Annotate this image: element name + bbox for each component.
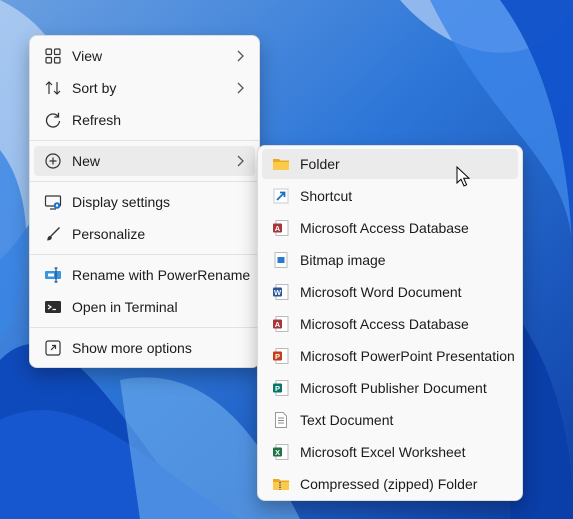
menu-item-new[interactable]: New [34, 146, 255, 176]
menu-item-refresh[interactable]: Refresh [34, 105, 255, 135]
new-item-label: Microsoft PowerPoint Presentation [300, 348, 515, 364]
mouse-pointer-icon [456, 166, 471, 187]
new-item-label: Shortcut [300, 188, 353, 204]
new-item-label: Compressed (zipped) Folder [300, 476, 478, 492]
access-database-icon: A [272, 219, 290, 237]
new-item-compressed-folder[interactable]: Compressed (zipped) Folder [262, 469, 518, 499]
menu-item-label: Display settings [72, 194, 171, 210]
menu-item-show-more-options[interactable]: Show more options [34, 333, 255, 363]
access-database-icon: A [272, 315, 290, 333]
new-item-shortcut[interactable]: Shortcut [262, 181, 518, 211]
svg-text:P: P [275, 352, 280, 361]
excel-worksheet-icon: X [272, 443, 290, 461]
new-item-label: Microsoft Word Document [300, 284, 462, 300]
menu-item-personalize[interactable]: Personalize [34, 219, 255, 249]
new-item-label: Microsoft Publisher Document [300, 380, 487, 396]
new-item-word-document[interactable]: W Microsoft Word Document [262, 277, 518, 307]
new-item-label: Microsoft Excel Worksheet [300, 444, 466, 460]
menu-item-sort-by[interactable]: Sort by [34, 73, 255, 103]
separator [30, 327, 259, 328]
svg-text:P: P [275, 384, 280, 393]
chevron-right-icon [235, 49, 245, 63]
powerrename-icon [44, 266, 62, 284]
menu-item-label: New [72, 153, 101, 169]
desktop-context-menu: View Sort by Refresh New Display setting… [29, 35, 260, 368]
refresh-icon [44, 111, 62, 129]
menu-item-open-in-terminal[interactable]: Open in Terminal [34, 292, 255, 322]
new-item-access-database[interactable]: A Microsoft Access Database [262, 213, 518, 243]
separator [30, 140, 259, 141]
new-plus-icon [44, 152, 62, 170]
terminal-icon [44, 298, 62, 316]
svg-text:A: A [275, 320, 281, 329]
view-grid-icon [44, 47, 62, 65]
bitmap-image-icon [272, 251, 290, 269]
separator [30, 254, 259, 255]
chevron-right-icon [235, 154, 245, 168]
folder-icon [272, 155, 290, 173]
zipped-folder-icon [272, 475, 290, 493]
new-item-access-database-2[interactable]: A Microsoft Access Database [262, 309, 518, 339]
sort-icon [44, 79, 62, 97]
new-item-folder[interactable]: Folder [262, 149, 518, 179]
menu-item-label: Sort by [72, 80, 117, 96]
new-item-bitmap-image[interactable]: Bitmap image [262, 245, 518, 275]
new-submenu: Folder Shortcut A Microsoft Access Datab… [257, 145, 523, 501]
menu-item-label: Refresh [72, 112, 122, 128]
display-settings-icon [44, 193, 62, 211]
menu-item-display-settings[interactable]: Display settings [34, 187, 255, 217]
personalize-brush-icon [44, 225, 62, 243]
menu-item-view[interactable]: View [34, 41, 255, 71]
menu-item-rename-with-powerrename[interactable]: Rename with PowerRename [34, 260, 255, 290]
publisher-document-icon: P [272, 379, 290, 397]
show-more-options-icon [44, 339, 62, 357]
separator [30, 181, 259, 182]
new-item-text-document[interactable]: Text Document [262, 405, 518, 435]
new-item-label: Bitmap image [300, 252, 386, 268]
new-item-label: Text Document [300, 412, 394, 428]
menu-item-label: Open in Terminal [72, 299, 178, 315]
word-document-icon: W [272, 283, 290, 301]
chevron-right-icon [235, 81, 245, 95]
svg-text:A: A [275, 224, 281, 233]
menu-item-label: Personalize [72, 226, 146, 242]
svg-text:W: W [274, 288, 282, 297]
new-item-powerpoint-presentation[interactable]: P Microsoft PowerPoint Presentation [262, 341, 518, 371]
new-item-label: Microsoft Access Database [300, 220, 469, 236]
shortcut-arrow-icon [272, 187, 290, 205]
menu-item-label: Show more options [72, 340, 192, 356]
powerpoint-presentation-icon: P [272, 347, 290, 365]
new-item-excel-worksheet[interactable]: X Microsoft Excel Worksheet [262, 437, 518, 467]
new-item-publisher-document[interactable]: P Microsoft Publisher Document [262, 373, 518, 403]
new-item-label: Microsoft Access Database [300, 316, 469, 332]
svg-text:X: X [275, 448, 280, 457]
menu-item-label: Rename with PowerRename [72, 267, 251, 283]
text-document-icon [272, 411, 290, 429]
menu-item-label: View [72, 48, 103, 64]
new-item-label: Folder [300, 156, 340, 172]
